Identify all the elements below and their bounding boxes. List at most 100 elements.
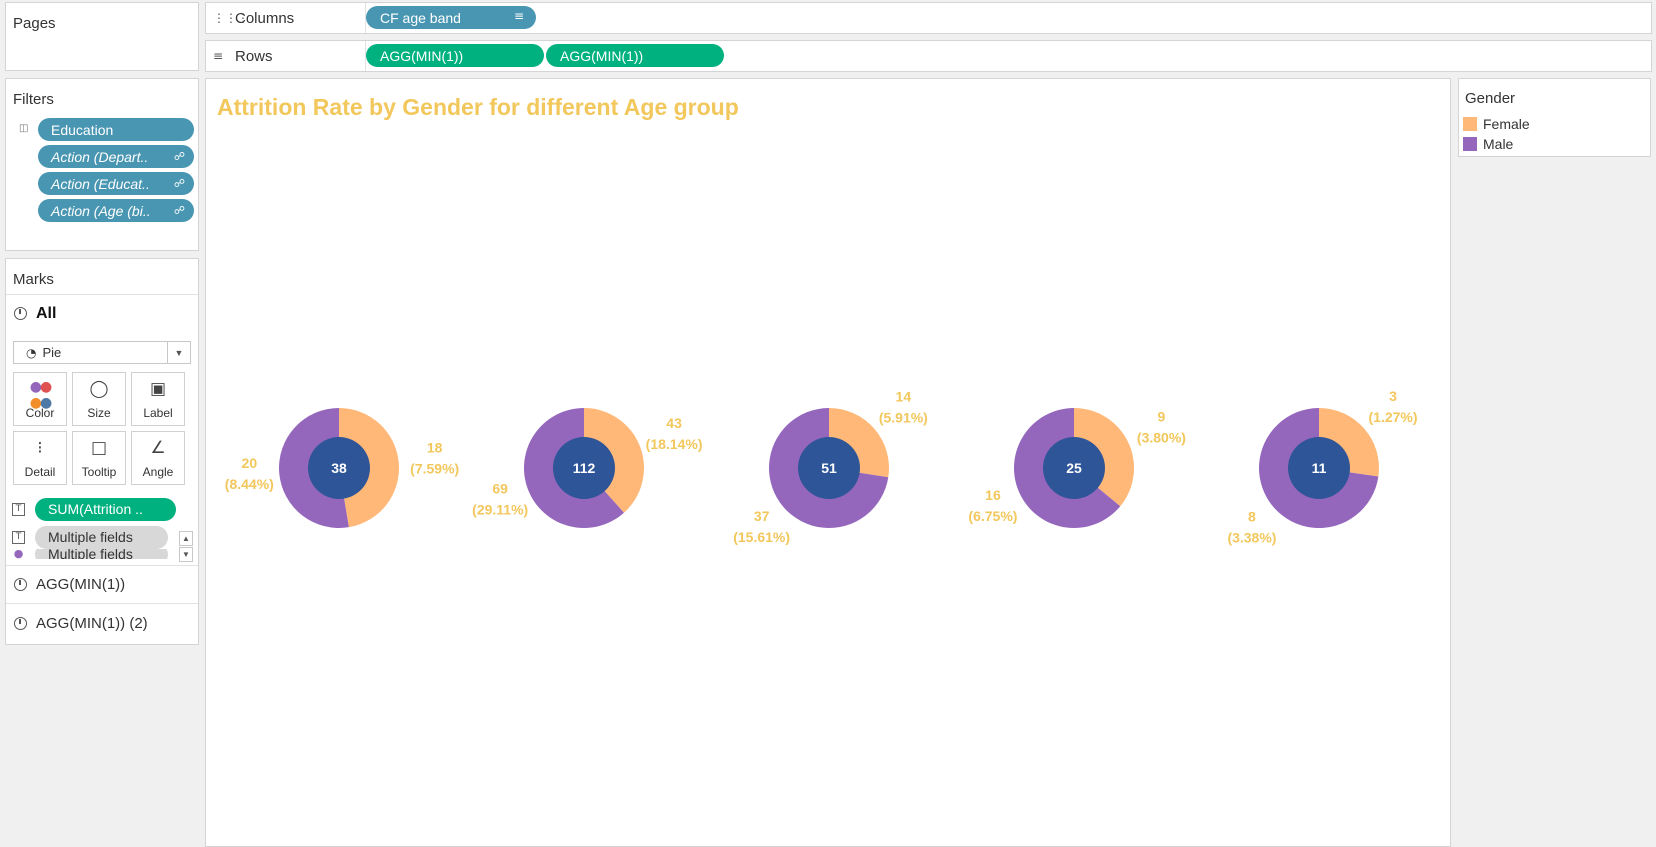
link-icon: ☍ xyxy=(173,177,185,190)
field-pill-multiple-fields[interactable]: Multiple fields xyxy=(35,549,168,559)
angle-button-label: Angle xyxy=(142,465,174,479)
male-value-label: 69 xyxy=(492,481,508,497)
filter-pill-label: Education xyxy=(51,121,114,138)
color-icon: ●● ●● xyxy=(29,379,52,411)
label-button[interactable]: ▣ Label xyxy=(131,372,185,426)
link-icon: ☍ xyxy=(173,204,185,217)
pages-title: Pages xyxy=(13,15,56,32)
legend-label-male: Male xyxy=(1483,136,1514,152)
pie-total-label: 112 xyxy=(573,460,596,476)
pie-total-label: 25 xyxy=(1066,460,1082,476)
label-icon: ▣ xyxy=(149,379,167,399)
columns-shelf[interactable]: ⋮⋮⋮ Columns CF age band ≡ xyxy=(205,2,1652,34)
detail-icon: ⁝ xyxy=(37,438,43,458)
female-pct-label: (7.59%) xyxy=(410,461,459,477)
marks-all-label: All xyxy=(36,304,57,322)
label-button-label: Label xyxy=(143,406,173,420)
size-icon: ◯ xyxy=(89,379,109,399)
legend-item-male[interactable]: Male xyxy=(1463,134,1513,154)
field-pill-sum-attrition[interactable]: SUM(Attrition .. xyxy=(35,497,176,521)
pie-total-label: 51 xyxy=(821,460,837,476)
male-pct-label: (8.44%) xyxy=(225,476,274,492)
legend-title: Gender xyxy=(1465,90,1516,107)
gender-legend: Gender Female Male xyxy=(1458,78,1651,157)
columns-pill-cf-age-band[interactable]: CF age band ≡ xyxy=(366,6,536,29)
rows-pill-agg-min-1-2[interactable]: AGG(MIN(1)) xyxy=(546,44,724,67)
male-value-label: 16 xyxy=(985,487,1001,503)
tooltip-button-label: Tooltip xyxy=(81,465,117,479)
angle-button[interactable]: ∠ Angle xyxy=(131,431,185,485)
rows-icon: ≡ xyxy=(213,49,224,63)
filter-pill-action-education[interactable]: Action (Educat.. ☍ xyxy=(38,172,194,195)
female-pct-label: (3.80%) xyxy=(1137,430,1186,446)
filter-pill-label: Action (Age (bi.. xyxy=(51,202,151,219)
mark-type-label: Pie xyxy=(42,345,62,360)
marks-card-all[interactable]: All xyxy=(6,294,198,332)
field-pill-multiple-fields[interactable]: Multiple fields xyxy=(35,525,168,549)
rows-pill-agg-min-1[interactable]: AGG(MIN(1)) xyxy=(366,44,544,67)
size-button-label: Size xyxy=(87,406,111,420)
filter-pill-action-department[interactable]: Action (Depart.. ☍ xyxy=(38,145,194,168)
pie-chart[interactable]: 3 8 18 (7.59%) 20 (8.44%) 112 43 (18.14%) 69 (29.1… xyxy=(206,79,1450,846)
filters-title: Filters xyxy=(13,91,54,108)
sort-descending-icon[interactable]: ≡ xyxy=(514,9,524,23)
detail-button[interactable]: ⁝ Detail xyxy=(13,431,67,485)
pages-panel[interactable]: Pages xyxy=(5,2,199,71)
legend-label-female: Female xyxy=(1483,116,1530,132)
columns-label: Columns xyxy=(235,9,295,27)
columns-shelf-label: ⋮⋮⋮ Columns xyxy=(206,3,366,33)
scroll-down-icon[interactable]: ▼ xyxy=(179,547,193,562)
scroll-up-icon[interactable]: ▲ xyxy=(179,531,193,546)
columns-icon: ⋮⋮⋮ xyxy=(213,11,249,25)
filter-pill-label: Action (Educat.. xyxy=(51,175,150,192)
rows-shelf[interactable]: ≡ Rows AGG(MIN(1)) AGG(MIN(1)) xyxy=(205,40,1652,72)
text-icon: T xyxy=(12,530,25,544)
filter-pill-label: Action (Depart.. xyxy=(51,148,149,165)
marks-title: Marks xyxy=(13,271,54,288)
marks-card-label: AGG(MIN(1)) xyxy=(36,576,126,593)
rows-pill-label: AGG(MIN(1)) xyxy=(380,47,464,64)
male-value-label: 20 xyxy=(242,455,258,471)
marks-panel: Marks All ◔ Pie ▼ ●● ●● Color ◯ Size ▣ La… xyxy=(5,258,199,645)
male-value-label: 8 xyxy=(1248,509,1256,525)
rows-label: Rows xyxy=(235,47,273,65)
marks-card-label: AGG(MIN(1)) (2) xyxy=(36,615,148,632)
color-button[interactable]: ●● ●● Color xyxy=(13,372,67,426)
pie-icon: ◔ xyxy=(26,345,37,360)
female-value-label: 3 xyxy=(1389,388,1397,404)
male-pct-label: (29.11%) xyxy=(472,502,528,518)
legend-item-female[interactable]: Female xyxy=(1463,114,1530,134)
detail-button-label: Detail xyxy=(24,465,56,479)
female-value-label: 18 xyxy=(427,440,443,456)
field-list-scrollbar[interactable]: ▲ ▼ xyxy=(179,531,193,563)
mark-field-row[interactable]: T SUM(Attrition .. xyxy=(12,497,176,521)
male-value-label: 37 xyxy=(754,508,770,524)
filter-pill-action-age[interactable]: Action (Age (bi.. ☍ xyxy=(38,199,194,222)
male-pct-label: (3.38%) xyxy=(1227,530,1276,546)
pie-icon xyxy=(14,307,27,320)
legend-swatch-male xyxy=(1463,137,1477,151)
viz-canvas[interactable]: Attrition Rate by Gender for different A… xyxy=(205,78,1451,847)
filter-pill-education[interactable]: Education xyxy=(38,118,194,141)
female-pct-label: (5.91%) xyxy=(879,409,928,425)
mark-type-dropdown[interactable]: ◔ Pie ▼ xyxy=(13,341,191,364)
size-button[interactable]: ◯ Size xyxy=(72,372,126,426)
marks-card-agg-min-1-2[interactable]: AGG(MIN(1)) (2) xyxy=(6,603,198,643)
chevron-down-icon[interactable]: ▼ xyxy=(167,342,190,363)
link-icon: ☍ xyxy=(173,150,185,163)
marks-card-agg-min-1[interactable]: AGG(MIN(1)) xyxy=(6,565,198,603)
dimension-icon: ◫ xyxy=(19,123,29,134)
male-pct-label: (6.75%) xyxy=(968,508,1017,524)
filters-panel: Filters ◫ Education Action (Depart.. ☍ A… xyxy=(5,78,199,251)
female-value-label: 43 xyxy=(666,415,682,431)
female-pct-label: (18.14%) xyxy=(646,436,703,452)
text-icon: T xyxy=(12,502,25,516)
female-pct-label: (1.27%) xyxy=(1369,409,1418,425)
pie-icon xyxy=(14,617,27,630)
color-icon: ● xyxy=(13,549,24,559)
mark-field-row[interactable]: T Multiple fields xyxy=(12,525,168,549)
female-value-label: 14 xyxy=(896,388,912,404)
mark-field-row[interactable]: ● Multiple fields xyxy=(12,549,168,559)
angle-icon: ∠ xyxy=(150,438,166,458)
tooltip-button[interactable]: □ Tooltip xyxy=(72,431,126,485)
